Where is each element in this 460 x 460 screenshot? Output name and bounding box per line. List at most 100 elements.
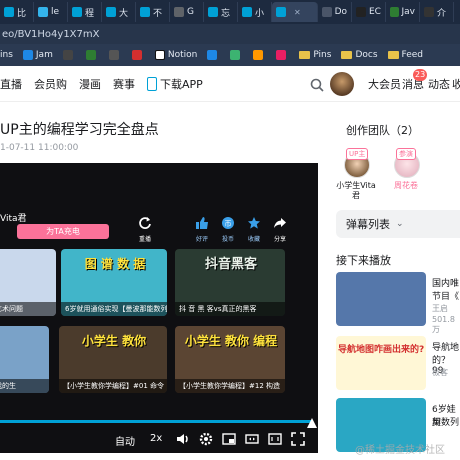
tab-title: 介 bbox=[437, 8, 447, 19]
recommendation-title-line2[interactable]: 契数列 bbox=[432, 415, 459, 428]
tab-favicon-icon bbox=[38, 7, 48, 17]
bookmark-item[interactable]: Notion bbox=[154, 50, 197, 60]
bookmark-favicon-icon bbox=[230, 50, 241, 60]
thumbnail-caption: 抖 音 黑 客vs真正的黑客 bbox=[175, 302, 285, 316]
replay-icon bbox=[139, 217, 151, 229]
settings-gear-icon[interactable] bbox=[199, 431, 213, 450]
close-tab-icon[interactable]: ✕ bbox=[294, 8, 301, 17]
browser-tab[interactable]: Do bbox=[318, 2, 352, 22]
search-icon[interactable] bbox=[310, 77, 324, 92]
bookmark-item[interactable] bbox=[276, 50, 289, 60]
coin-button[interactable]: 币 投币 bbox=[218, 215, 238, 243]
fullscreen-icon[interactable] bbox=[291, 431, 305, 450]
end-screen-thumbnail[interactable]: 小学生 教你 【小学生教你学编程】#01 命令 bbox=[59, 326, 167, 393]
share-button[interactable]: 分享 bbox=[270, 215, 290, 243]
bookmark-item[interactable] bbox=[230, 50, 243, 60]
bookmark-item[interactable] bbox=[207, 50, 220, 60]
tab-title: 程 bbox=[85, 8, 95, 19]
bookmark-favicon-icon bbox=[207, 50, 218, 60]
browser-tab[interactable]: Jav bbox=[386, 2, 420, 22]
tab-title: 大 bbox=[119, 8, 129, 19]
browser-tab[interactable]: ✕ bbox=[272, 2, 318, 22]
address-bar[interactable]: eo/BV1Ho4y1X7mX bbox=[0, 24, 460, 44]
recommendation-title[interactable]: 导航地 bbox=[432, 340, 459, 353]
pip-icon[interactable] bbox=[222, 431, 236, 450]
bookmarks-bar: ins Jam Notion Pins Docs Feed bbox=[0, 44, 460, 66]
recommendation-title[interactable]: 国内唯 bbox=[432, 276, 459, 289]
charge-button[interactable]: 为TA充电 bbox=[17, 224, 109, 239]
browser-tab[interactable]: le bbox=[34, 2, 68, 22]
favorite-button[interactable]: 收藏 bbox=[244, 215, 264, 243]
speed-button[interactable]: 2x bbox=[150, 433, 162, 444]
end-screen-thumbnail[interactable]: 图 谱 数 据 6岁就用通俗实现【曼波那能数列】 bbox=[61, 249, 167, 316]
webfullscreen-icon[interactable] bbox=[268, 431, 282, 450]
end-screen-thumbnail[interactable]: 的经济艺术问题 bbox=[0, 249, 56, 316]
danmaku-list-toggle[interactable]: 弹幕列表 ⌄ bbox=[336, 210, 460, 238]
browser-tab[interactable]: G bbox=[170, 2, 204, 22]
bookmark-item[interactable] bbox=[131, 50, 145, 60]
thumbnail-caption: ，我，我的生 bbox=[0, 379, 49, 393]
bookmark-folder-label: Docs bbox=[355, 50, 378, 60]
browser-tab[interactable]: EC bbox=[352, 2, 386, 22]
browser-tab[interactable]: 介 bbox=[420, 2, 454, 22]
nav-vip[interactable]: 大会员 bbox=[368, 66, 401, 102]
tab-title: Jav bbox=[401, 7, 416, 17]
nav-dynamics[interactable]: 动态 bbox=[428, 66, 450, 102]
bookmark-folder[interactable]: Feed bbox=[387, 50, 423, 60]
browser-tab[interactable]: 比 bbox=[0, 2, 34, 22]
recommendation-title-line2[interactable]: 节目《 bbox=[432, 289, 459, 302]
folder-icon bbox=[299, 51, 311, 59]
progress-handle[interactable] bbox=[306, 414, 318, 428]
recommendation-author[interactable]: 王启 bbox=[432, 303, 448, 314]
progress-bar[interactable] bbox=[0, 420, 312, 423]
bookmark-item[interactable]: Jam bbox=[22, 50, 53, 60]
end-screen-thumbnail[interactable]: ，我，我的生 bbox=[0, 326, 49, 393]
bookmark-item[interactable]: ins bbox=[0, 50, 13, 60]
thumbnail-overlay-text: 小学生 教你 编程 bbox=[184, 334, 278, 348]
nav-link-vipshop[interactable]: 会员购 bbox=[34, 76, 67, 92]
phone-icon bbox=[147, 76, 157, 91]
nav-link-manga[interactable]: 漫画 bbox=[79, 76, 101, 92]
member-name[interactable]: 小学生Vita君 bbox=[336, 181, 376, 201]
bookmark-folder[interactable]: Docs bbox=[341, 50, 378, 60]
browser-tab[interactable]: 小 bbox=[238, 2, 272, 22]
video-title: UP主的编程学习完全盘点 bbox=[0, 122, 159, 138]
recommendation-thumbnail[interactable] bbox=[336, 272, 426, 326]
thumbnail-overlay-text: 抖音黑客 bbox=[204, 257, 257, 272]
avatar[interactable] bbox=[330, 72, 354, 96]
bookmark-label: ins bbox=[0, 50, 13, 60]
widescreen-icon[interactable] bbox=[245, 431, 259, 450]
browser-tab[interactable]: 不 bbox=[136, 2, 170, 22]
download-app-link[interactable]: 下载APP bbox=[147, 76, 203, 92]
end-screen-thumbnail[interactable]: 抖音黑客抖 音 黑 客vs真正的黑客 bbox=[175, 249, 285, 316]
uploader-overlay[interactable]: Vita君 bbox=[0, 211, 27, 224]
quality-button[interactable]: 自动 bbox=[115, 433, 135, 448]
recommendation-author[interactable]: 极客 bbox=[432, 367, 448, 378]
tab-favicon-icon bbox=[106, 7, 116, 17]
tab-title: EC bbox=[369, 7, 381, 17]
end-screen-thumbnail[interactable]: 小学生 教你 编程 【小学生教你学编程】#12 构造 bbox=[175, 326, 285, 393]
tab-title: 忘 bbox=[221, 8, 231, 19]
nav-favorites[interactable]: 收 bbox=[452, 66, 460, 102]
recommendation-thumbnail[interactable]: 导航地图咋画出来的? bbox=[336, 336, 426, 390]
browser-tab[interactable]: 程 bbox=[68, 2, 102, 22]
browser-tab[interactable]: 忘 bbox=[204, 2, 238, 22]
browser-tab[interactable]: 大 bbox=[102, 2, 136, 22]
thumbnail-caption: 【小学生教你学编程】#12 构造 bbox=[175, 379, 285, 393]
tab-title: Do bbox=[334, 7, 347, 17]
bookmark-item[interactable] bbox=[85, 50, 99, 60]
bookmark-folder[interactable]: Pins bbox=[299, 50, 331, 60]
bookmark-item[interactable] bbox=[108, 50, 122, 60]
volume-icon[interactable] bbox=[176, 431, 190, 450]
replay-button[interactable]: 重播 bbox=[136, 215, 154, 243]
bookmark-item[interactable] bbox=[253, 50, 266, 60]
url-text[interactable]: eo/BV1Ho4y1X7mX bbox=[2, 29, 99, 40]
bookmark-item[interactable] bbox=[62, 50, 76, 60]
folder-icon bbox=[341, 51, 353, 59]
member-name[interactable]: 周花卷 bbox=[386, 181, 426, 191]
bookmark-favicon-icon bbox=[85, 50, 96, 60]
video-player[interactable]: Vita君 为TA充电 重播 好评 币 投币 收藏 分享 的经济艺术问题图 谱 … bbox=[0, 163, 318, 453]
nav-link-live[interactable]: 直播 bbox=[0, 76, 22, 92]
like-button[interactable]: 好评 bbox=[192, 215, 212, 243]
nav-link-match[interactable]: 赛事 bbox=[113, 76, 135, 92]
